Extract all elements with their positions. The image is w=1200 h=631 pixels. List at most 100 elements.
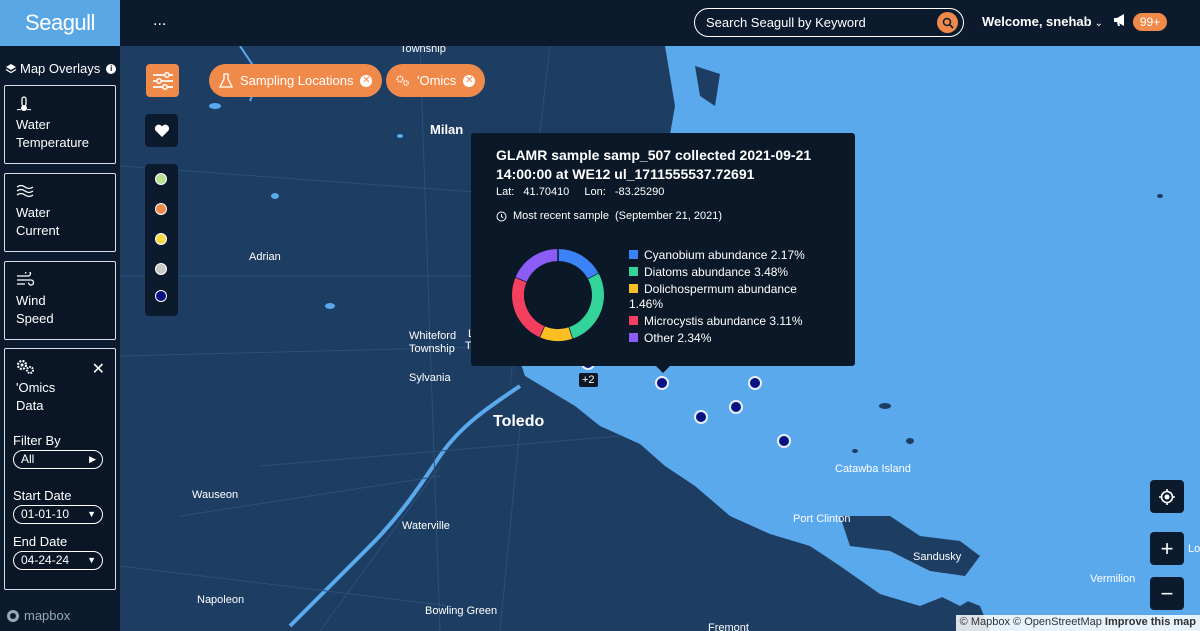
search-input[interactable]: Search Seagull by Keyword [694,8,964,37]
clock-icon [496,211,507,221]
place-label: Napoleon [197,594,245,606]
donut-slice-diatoms-abundance[interactable] [568,273,604,339]
filter-button[interactable] [146,64,179,97]
remove-chip-icon[interactable]: ✕ [360,74,373,87]
filter-by-select[interactable]: All ▶ [13,450,103,469]
top-bar: Seagull ... Search Seagull by Keyword We… [0,0,1200,46]
layers-icon [5,63,17,73]
attrib-mapbox[interactable]: © Mapbox [960,616,1010,628]
caret-down-icon: ▼ [87,555,96,565]
search-icon [942,17,954,29]
legend-dot-yellow[interactable] [155,233,167,245]
chip-omics[interactable]: 'Omics ✕ [386,64,486,97]
legend-dot-navy[interactable] [155,290,167,302]
place-label: Township [400,46,446,55]
lon-label: Lon: [584,186,606,198]
legend-item: Dolichospermum abundance 1.46% [629,282,819,312]
place-label: Sylvania [409,372,451,384]
place-label: Milan [430,122,464,137]
favorites-button[interactable] [145,114,178,147]
map-canvas[interactable]: Township Milan Adrian Whiteford Township… [120,46,1200,631]
mapbox-icon [7,609,19,622]
close-icon[interactable]: ✕ [92,359,105,379]
legend-dot-green[interactable] [155,173,167,185]
cluster-count[interactable]: +2 [579,373,598,387]
donut-slice-microcystis-abundance[interactable] [512,277,545,338]
wind-icon [17,272,34,286]
donut-slice-other[interactable] [515,249,559,283]
place-label: Toledo [493,413,545,430]
legend-item: Diatoms abundance 3.48% [629,265,819,280]
overlay-label: Temperature [16,135,89,150]
menu-dots[interactable]: ... [153,12,166,30]
recent-label: Most recent sample [513,210,609,222]
sample-marker[interactable] [777,434,791,448]
recent-date: (September 21, 2021) [614,210,722,222]
notification-badge[interactable]: 99+ [1133,13,1167,31]
sliders-icon [152,71,173,90]
omics-data-panel: ✕ 'Omics Data Filter By All ▶ Start Date… [4,348,116,590]
mapbox-logo[interactable]: mapbox [6,608,70,623]
legend-dot-gray[interactable] [155,263,167,275]
remove-chip-icon[interactable]: ✕ [463,74,476,87]
search-placeholder: Search Seagull by Keyword [706,15,866,30]
start-date-select[interactable]: 01-01-10 ▼ [13,505,103,524]
legend-item: Other 2.34% [629,331,819,346]
logo[interactable]: Seagull [0,0,120,46]
legend-item: Microcystis abundance 3.11% [629,314,819,329]
megaphone-icon[interactable] [1113,13,1129,27]
overlay-label: Water [16,205,51,220]
legend-label: Diatoms abundance 3.48% [644,265,789,279]
welcome-text: Welcome, snehab [982,14,1092,29]
attrib-osm[interactable]: © OpenStreetMap [1013,616,1102,628]
start-date-value: 01-01-10 [21,507,70,521]
thermometer-icon [16,96,32,111]
legend-swatch [629,333,638,342]
overlay-wind-speed[interactable]: Wind Speed [4,261,116,340]
overlay-water-current[interactable]: Water Current [4,173,116,252]
place-label: Vermilion [1090,573,1136,585]
caret-down-icon: ▼ [87,509,96,519]
place-label: Wauseon [192,489,239,501]
heart-icon [154,124,169,137]
place-label: Bowling Green [425,605,498,617]
user-menu[interactable]: Welcome, snehab ⌄ [982,14,1103,29]
caret-right-icon: ▶ [89,454,96,464]
end-date-label: End Date [13,534,68,549]
chip-sampling-locations[interactable]: Sampling Locations ✕ [209,64,383,97]
legend-item: Cyanobium abundance 2.17% [629,248,819,263]
end-date-select[interactable]: 04-24-24 ▼ [13,551,103,570]
place-label: Township [409,343,455,355]
popup-title: GLAMR sample samp_507 collected 2021-09-… [496,147,812,182]
sample-marker[interactable] [729,400,743,414]
improve-map-link[interactable]: Improve this map [1105,616,1196,628]
locate-icon [1159,488,1175,505]
sample-marker[interactable] [655,376,669,390]
overlay-water-temperature[interactable]: Water Temperature [4,85,116,164]
sample-marker[interactable] [694,410,708,424]
sample-marker[interactable] [748,376,762,390]
legend-dot-orange[interactable] [155,203,167,215]
omics-title-2: Data [16,398,44,413]
info-icon[interactable]: i [106,63,117,74]
overlay-label: Speed [16,311,54,326]
place-label: Adrian [249,251,281,263]
zoom-out-button[interactable]: − [1150,577,1184,610]
start-date-label: Start Date [13,488,72,503]
zoom-in-button[interactable]: + [1150,532,1184,565]
place-label: Fremont [708,622,749,631]
donut-slice-cyanobium-abundance[interactable] [557,249,599,280]
legend-swatch [629,284,638,293]
search-button[interactable] [937,12,958,33]
popup-coordinates: Lat: 41.70410 Lon: -83.25290 [496,186,670,198]
map-attribution: © Mapbox © OpenStreetMap Improve this ma… [955,615,1200,631]
sidebar: Map Overlays i Water Temperature Water C… [0,46,120,631]
locate-button[interactable] [1150,480,1184,513]
map-overlays-header: Map Overlays i [5,61,117,76]
lon-value: -83.25290 [614,186,665,198]
legend-label: Cyanobium abundance 2.17% [644,248,805,262]
chip-label: 'Omics [417,73,457,88]
chart-legend: Cyanobium abundance 2.17% Diatoms abundan… [629,248,819,348]
donut-slice-dolichospermum-abundance[interactable] [539,325,573,341]
place-label: Port Clinton [793,513,851,525]
